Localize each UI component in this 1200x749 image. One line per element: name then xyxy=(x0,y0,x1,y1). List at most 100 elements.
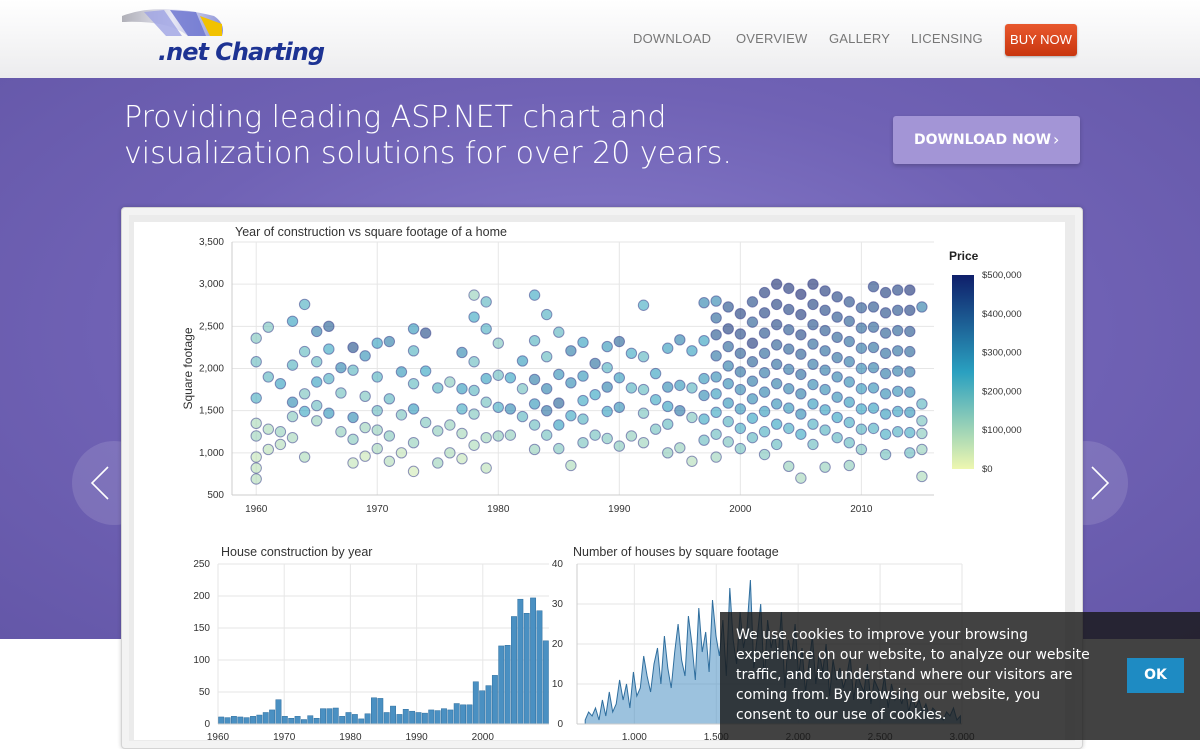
scatter-point xyxy=(770,398,783,410)
scatter-point xyxy=(456,427,468,440)
scatter-point xyxy=(879,408,892,420)
scatter-point xyxy=(904,386,916,398)
scatter-point xyxy=(649,367,662,380)
buy-now-button[interactable]: BUY NOW xyxy=(1005,24,1077,56)
scatter-point xyxy=(807,438,819,451)
scatter-point xyxy=(795,428,807,440)
scatter-point xyxy=(286,431,299,444)
bar xyxy=(441,708,447,725)
bar xyxy=(364,713,371,725)
scatter-point xyxy=(504,372,517,384)
scatter-point xyxy=(407,345,420,357)
scatter-point xyxy=(492,401,504,413)
scatter-point xyxy=(879,388,892,400)
scatter-point xyxy=(807,398,819,410)
scatter-point xyxy=(758,405,771,418)
scatter-point xyxy=(807,298,819,311)
scatter-point xyxy=(722,397,734,409)
scatter-point xyxy=(686,382,698,394)
scatter-point xyxy=(819,461,831,473)
bar xyxy=(250,716,256,725)
scatter-point xyxy=(553,397,565,409)
nav-gallery[interactable]: GALLERY xyxy=(829,31,890,46)
bar-chart-title: House construction by year xyxy=(221,545,372,559)
scatter-point xyxy=(456,453,468,465)
scatter-point xyxy=(613,440,626,452)
scatter-point xyxy=(528,334,541,347)
scatter-point xyxy=(855,342,868,354)
bar xyxy=(339,716,346,725)
scatter-point xyxy=(734,403,747,415)
scatter-point xyxy=(359,421,371,434)
scatter-point xyxy=(819,424,831,436)
scatter-point xyxy=(492,369,504,381)
scatter-point xyxy=(383,430,396,442)
scatter-point xyxy=(444,376,456,388)
scatter-point xyxy=(565,410,577,422)
scatter-point xyxy=(746,375,759,387)
scatter-point xyxy=(710,295,722,307)
scatter-point xyxy=(577,336,589,349)
scatter-point xyxy=(879,307,892,319)
scatter-point xyxy=(335,426,347,438)
scatter-point xyxy=(480,431,492,444)
scatter-point xyxy=(625,347,638,360)
scatter-point xyxy=(674,404,686,417)
bar xyxy=(281,716,288,725)
scatter-point xyxy=(601,381,613,393)
scatter-point xyxy=(734,366,747,378)
scatter-point xyxy=(250,392,262,404)
bar xyxy=(256,714,263,725)
scatter-point xyxy=(746,431,759,444)
scatter-xtick-label: 1960 xyxy=(245,504,268,515)
hero-tagline: Providing leading ASP.NET chart and visu… xyxy=(124,100,732,171)
bar xyxy=(262,712,269,725)
scatter-point xyxy=(371,337,383,349)
area-ytick-label: 30 xyxy=(552,599,564,610)
scatter-point xyxy=(734,347,747,360)
scatter-point xyxy=(916,301,928,313)
bar xyxy=(224,717,231,725)
download-now-button[interactable]: DOWNLOAD NOW › xyxy=(893,116,1080,164)
scatter-point xyxy=(843,396,855,408)
scatter-point xyxy=(746,412,759,424)
scatter-point xyxy=(359,390,371,403)
scatter-point xyxy=(589,429,601,441)
bar xyxy=(218,716,225,725)
bar xyxy=(351,714,358,725)
nav-licensing[interactable]: LICENSING xyxy=(911,31,983,46)
scatter-point xyxy=(783,383,795,395)
scatter-point xyxy=(758,448,771,461)
scatter-point xyxy=(904,304,916,317)
nav-overview[interactable]: OVERVIEW xyxy=(736,31,807,46)
scatter-ytick-label: 1,000 xyxy=(199,448,224,459)
scatter-point xyxy=(444,419,456,431)
scatter-point xyxy=(577,394,589,407)
scatter-point xyxy=(480,323,492,335)
bar xyxy=(230,716,237,725)
scatter-point xyxy=(686,455,698,467)
scatter-point xyxy=(855,403,868,415)
bar xyxy=(402,709,409,725)
scatter-point xyxy=(504,403,517,415)
bar-ytick-label: 200 xyxy=(193,591,210,602)
scatter-point xyxy=(904,284,916,296)
scatter-point xyxy=(904,325,916,338)
scatter-point xyxy=(540,429,553,441)
nav-download[interactable]: DOWNLOAD xyxy=(633,31,711,46)
scatter-point xyxy=(432,457,444,469)
scatter-point xyxy=(770,278,783,290)
scatter-point xyxy=(250,417,262,430)
scatter-title: Year of construction vs square footage o… xyxy=(235,225,507,239)
scatter-point xyxy=(722,301,734,313)
scatter-ytick-label: 500 xyxy=(207,490,224,501)
scatter-point xyxy=(528,398,541,410)
scatter-point xyxy=(734,307,747,320)
scatter-ytick-label: 2,500 xyxy=(199,321,224,332)
scatter-point xyxy=(698,434,710,446)
cookie-ok-button[interactable]: OK xyxy=(1127,658,1184,693)
bar xyxy=(307,715,314,725)
logo[interactable]: .net Charting xyxy=(118,6,325,72)
scatter-point xyxy=(867,280,880,293)
bar xyxy=(472,681,479,725)
